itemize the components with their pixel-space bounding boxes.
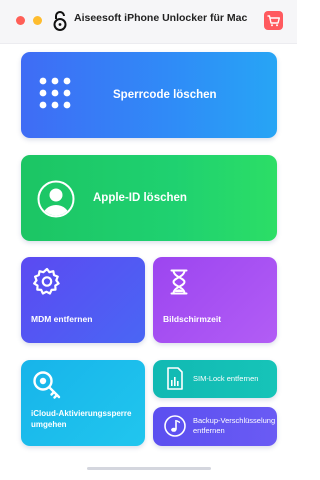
scroll-indicator[interactable] [87,467,211,470]
screen-time-card[interactable]: Bildschirmzeit [153,257,277,343]
bypass-icloud-activation-card[interactable]: iCloud-Aktivierungssperre umgehen [21,360,145,446]
remove-apple-id-label: Apple-ID löschen [93,192,187,204]
shop-button[interactable] [264,11,283,30]
remove-mdm-card[interactable]: MDM entfernen [21,257,145,343]
wipe-passcode-card[interactable]: Sperrcode löschen [21,52,277,138]
remove-mdm-label: MDM entfernen [31,314,93,324]
hourglass-icon [170,269,188,295]
app-title: Aiseesoft iPhone Unlocker für Mac [74,12,248,24]
title-bar: Aiseesoft iPhone Unlocker für Mac [0,0,297,44]
remove-backup-encryption-card[interactable]: Backup-Verschlüsselung entfernen [153,407,277,446]
sim-card-icon [167,367,183,390]
close-window-button[interactable] [16,16,25,25]
bypass-icloud-activation-label: iCloud-Aktivierungssperre umgehen [31,409,132,429]
remove-sim-lock-label: SIM-Lock entfernen [193,374,259,383]
user-silhouette-icon [37,180,75,218]
padlock-icon [53,11,67,31]
shopping-cart-icon [267,14,280,26]
remove-apple-id-card[interactable]: Apple-ID löschen [21,155,277,241]
magnifier-key-icon [33,371,61,399]
screen-time-label: Bildschirmzeit [163,314,222,324]
remove-sim-lock-card[interactable]: SIM-Lock entfernen [153,360,277,398]
remove-backup-encryption-label: Backup-Verschlüsselung entfernen [193,416,276,435]
wipe-passcode-label: Sperrcode löschen [113,89,217,101]
keypad-icon [39,77,71,109]
music-note-icon [164,415,186,437]
minimize-window-button[interactable] [33,16,42,25]
gear-icon [33,267,60,295]
